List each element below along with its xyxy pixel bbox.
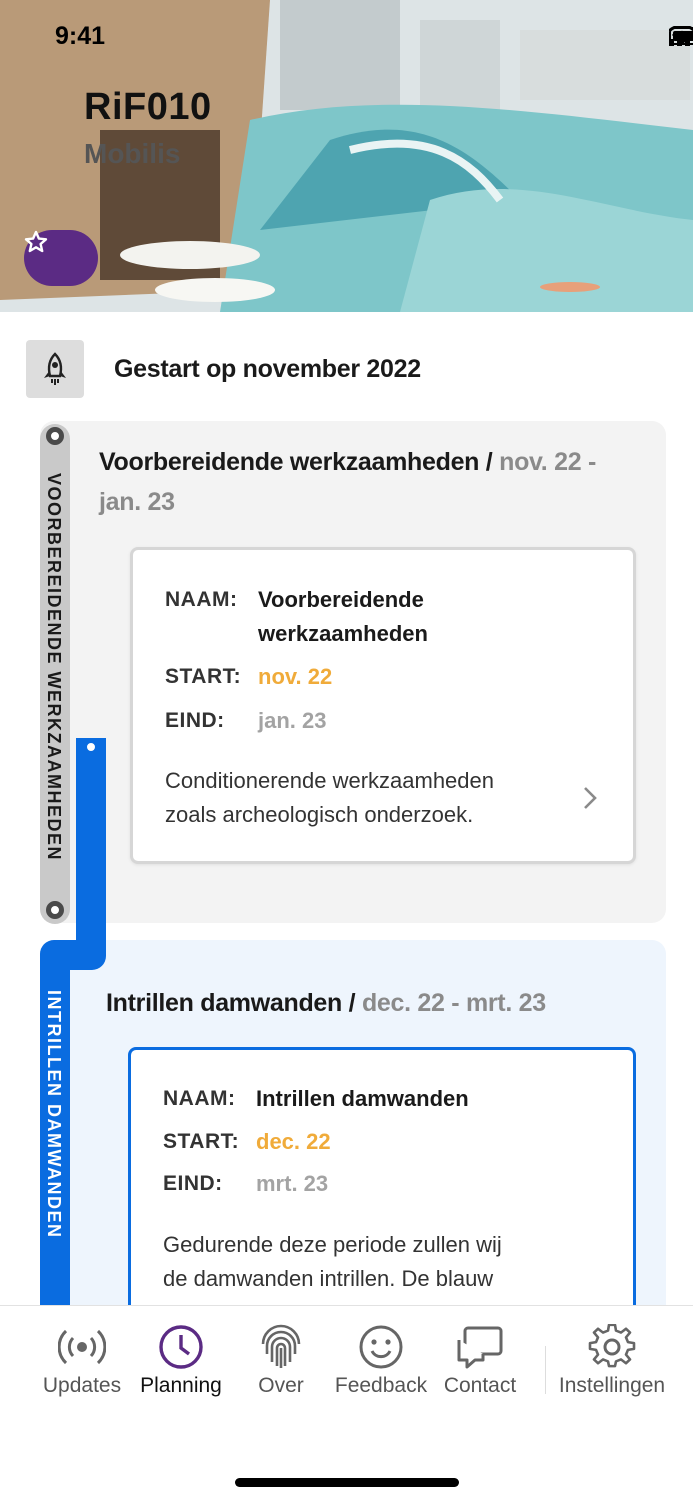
- tab-label: Over: [258, 1374, 304, 1397]
- clock-icon: [159, 1325, 203, 1369]
- end-value: mrt. 23: [256, 1171, 329, 1196]
- start-row: Gestart op november 2022: [26, 340, 421, 398]
- timeline-dot: [46, 427, 64, 445]
- name-label: NAAM:: [163, 1087, 236, 1110]
- project-title: RiF010: [84, 86, 212, 128]
- timeline-current-dot: [82, 738, 100, 756]
- tab-label: Updates: [42, 1374, 122, 1397]
- tab-instellingen[interactable]: Instellingen: [554, 1324, 670, 1398]
- tab-over[interactable]: Over: [256, 1324, 306, 1398]
- start-value: dec. 22: [256, 1129, 331, 1154]
- phase-vertical-label: INTRILLEN DAMWANDEN: [44, 990, 64, 1239]
- tab-updates[interactable]: Updates: [40, 1324, 124, 1398]
- tab-label: Instellingen: [558, 1374, 666, 1397]
- end-label: EIND:: [165, 709, 225, 732]
- phase-title: Intrillen damwanden / dec. 22 - mrt. 23: [106, 989, 546, 1017]
- timeline-dot: [46, 901, 64, 919]
- start-label: START:: [163, 1130, 240, 1153]
- name-value: Voorbereidende werkzaamheden: [258, 587, 428, 646]
- tab-bar: Updates Planning Over Feedback Contact I…: [0, 1305, 693, 1501]
- start-label: START:: [165, 665, 242, 688]
- phase-description: Gedurende deze periode zullen wij de dam…: [163, 1232, 502, 1291]
- name-value: Intrillen damwanden: [256, 1086, 469, 1111]
- timeline-connector-join: [60, 940, 106, 970]
- smiley-icon: [359, 1325, 403, 1369]
- start-value: nov. 22: [258, 664, 333, 689]
- phase-description: Conditionerende werkzaamheden zoals arch…: [165, 768, 494, 827]
- battery-icon: [669, 27, 693, 45]
- tab-feedback[interactable]: Feedback: [333, 1324, 429, 1398]
- home-indicator: [235, 1478, 459, 1487]
- end-label: EIND:: [163, 1172, 223, 1195]
- project-subtitle: Mobilis: [84, 138, 181, 169]
- tab-separator: [545, 1346, 546, 1394]
- chevron-right-icon: [584, 787, 597, 809]
- status-time: 9:41: [55, 22, 106, 50]
- rocket-badge: [26, 340, 84, 398]
- tab-label: Planning: [140, 1374, 222, 1397]
- rocket-icon: [44, 352, 66, 385]
- fingerprint-icon: [261, 1324, 301, 1368]
- name-label: NAAM:: [165, 588, 238, 611]
- phase-title: Voorbereidende werkzaamheden / nov. 22 -…: [99, 448, 596, 516]
- timeline-connector: [76, 738, 106, 970]
- tab-contact[interactable]: Contact: [441, 1324, 519, 1398]
- favorite-button[interactable]: [24, 230, 98, 286]
- phase-vertical-label: VOORBEREIDENDE WERKZAAMHEDEN: [44, 473, 64, 862]
- phase-detail-card[interactable]: NAAM: Voorbereidende werkzaamheden START…: [130, 547, 636, 864]
- chat-icon: [457, 1326, 503, 1369]
- broadcast-icon: [58, 1329, 106, 1365]
- tab-planning[interactable]: Planning: [138, 1324, 224, 1398]
- end-value: jan. 23: [258, 708, 327, 733]
- phase-detail-card[interactable]: NAAM: Intrillen damwanden START: dec. 22…: [128, 1047, 636, 1347]
- start-date-text: Gestart op november 2022: [114, 354, 421, 383]
- star-icon: [24, 230, 48, 253]
- gear-icon: [588, 1324, 636, 1368]
- tab-label: Contact: [443, 1374, 517, 1397]
- tab-label: Feedback: [334, 1374, 428, 1397]
- hero-banner: 9:41 RiF010 Mobilis: [0, 0, 693, 312]
